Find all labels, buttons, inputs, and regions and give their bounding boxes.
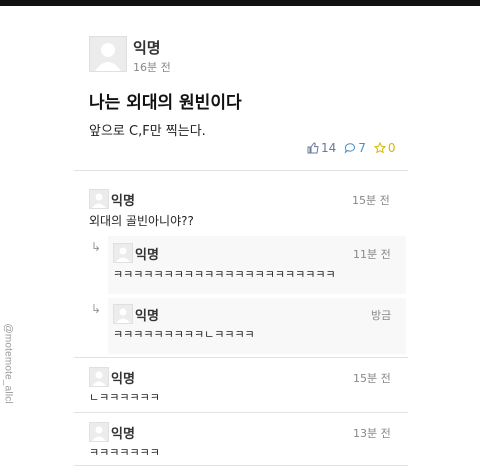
top-bar xyxy=(0,0,480,6)
post-author: 익명 xyxy=(133,39,161,57)
watermark: @motemote_allcl xyxy=(2,323,14,404)
comment-bubble-icon xyxy=(344,143,356,154)
scrap-count-value: 0 xyxy=(387,141,396,155)
comment-avatar xyxy=(89,422,109,442)
post-body: 앞으로 C,F만 찍는다. xyxy=(89,124,206,139)
comment-time: 13분 전 xyxy=(353,427,391,440)
reply-avatar xyxy=(113,304,133,324)
comment-count[interactable]: 7 xyxy=(344,141,366,155)
reply-author: 익명 xyxy=(135,309,159,324)
reply-time: 11분 전 xyxy=(353,248,391,261)
reply-text: ㅋㅋㅋㅋㅋㅋㅋㅋㅋㄴㅋㅋㅋㅋ xyxy=(113,328,255,341)
reply-time: 방금 xyxy=(371,309,392,322)
reply-text: ㅋㅋㅋㅋㅋㅋㅋㅋㅋㅋㅋㅋㅋㅋㅋㅋㅋㅋㅋㅋㅋㅋ xyxy=(113,268,336,281)
comment-time: 15분 전 xyxy=(353,372,391,385)
comment-text: ㅋㅋㅋㅋㅋㅋㅋ xyxy=(89,446,160,459)
scrap-count[interactable]: 0 xyxy=(373,141,396,155)
post-stats: 14 7 0 xyxy=(307,141,396,155)
like-count-value: 14 xyxy=(321,141,337,155)
comment-text: 외대의 골빈아니야?? xyxy=(89,214,194,228)
comment-time: 15분 전 xyxy=(352,194,390,207)
star-icon xyxy=(373,142,386,154)
post-divider xyxy=(74,170,408,171)
reply-arrow-icon: ↳ xyxy=(91,240,102,254)
post-avatar xyxy=(89,36,127,72)
like-count[interactable]: 14 xyxy=(307,141,336,155)
reply-author: 익명 xyxy=(135,248,159,263)
comment-text: ㄴㅋㅋㅋㅋㅋㅋ xyxy=(89,391,160,404)
reply-arrow-icon: ↳ xyxy=(91,302,102,316)
comment-author: 익명 xyxy=(111,194,135,209)
comment-author: 익명 xyxy=(111,427,135,442)
comment-author: 익명 xyxy=(111,372,135,387)
reply-avatar xyxy=(113,243,133,263)
comment-avatar xyxy=(89,189,109,209)
post-time: 16분 전 xyxy=(133,61,171,74)
comment-divider xyxy=(74,357,408,358)
comment-avatar xyxy=(89,367,109,387)
post-title: 나는 외대의 원빈이다 xyxy=(89,93,242,113)
thumbs-up-icon xyxy=(307,142,319,154)
comment-count-value: 7 xyxy=(358,141,366,155)
comment-divider xyxy=(74,465,408,466)
comment-divider xyxy=(74,412,408,413)
